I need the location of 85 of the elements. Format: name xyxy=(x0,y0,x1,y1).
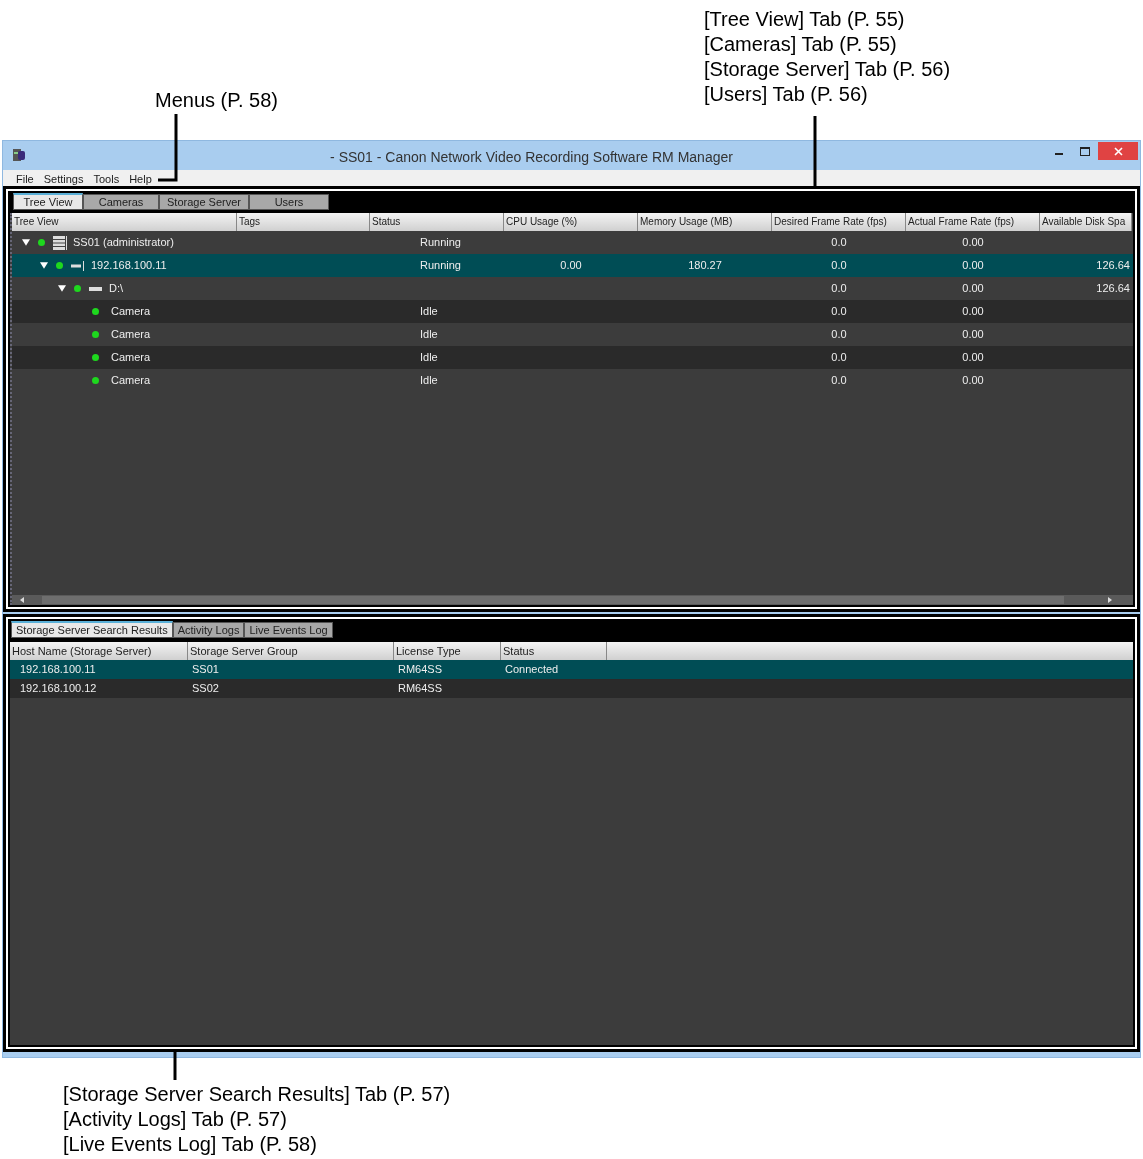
table-cell: SS01 xyxy=(192,663,219,676)
table-cell: 0.00 xyxy=(560,259,582,272)
table-cell: 192.168.100.12 xyxy=(20,682,97,695)
result-row[interactable]: 192.168.100.11 SS01 RM64SS Connected xyxy=(10,660,1133,679)
table-cell: Running xyxy=(420,236,461,249)
column-header[interactable]: Status xyxy=(370,213,504,231)
table-cell: Idle xyxy=(420,305,438,318)
column-header[interactable]: Memory Usage (MB) xyxy=(638,213,772,231)
column-header[interactable]: Desired Frame Rate (fps) xyxy=(772,213,906,231)
tree-item-label: SS01 (administrator) xyxy=(73,235,174,251)
scroll-left-icon[interactable] xyxy=(20,597,24,603)
tree-row[interactable]: 192.168.100.11 Running 0.00 180.27 0.0 0.00 126.64 xyxy=(12,254,1133,277)
callout-text: [Tree View] Tab (P. 55) xyxy=(704,7,906,32)
table-cell: 0.0 xyxy=(831,374,847,387)
table-cell: SS02 xyxy=(192,682,219,695)
column-header[interactable]: Host Name (Storage Server) xyxy=(10,642,188,660)
column-header[interactable]: Tags xyxy=(237,213,370,231)
table-cell: 0.00 xyxy=(962,351,984,364)
table-cell: 0.00 xyxy=(962,305,984,318)
column-header[interactable]: License Type xyxy=(394,642,501,660)
tab[interactable]: Storage Server xyxy=(159,194,249,210)
table-cell: 0.0 xyxy=(831,305,847,318)
tab[interactable]: Cameras xyxy=(83,194,159,210)
leader-line xyxy=(158,114,178,182)
table-cell: Idle xyxy=(420,374,438,387)
column-header[interactable]: Status xyxy=(501,642,607,660)
callout-text: [Users] Tab (P. 56) xyxy=(704,82,869,107)
column-header[interactable]: Storage Server Group xyxy=(188,642,394,660)
tree-item-label: D:\ xyxy=(109,281,124,297)
scroll-right-icon[interactable] xyxy=(1108,597,1112,603)
column-header[interactable]: Tree View xyxy=(12,213,237,231)
table-cell: 192.168.100.11 xyxy=(20,663,96,676)
menu-item[interactable]: Help xyxy=(129,174,152,186)
tab[interactable]: Storage Server Search Results xyxy=(11,621,173,638)
menu-item[interactable]: File xyxy=(16,174,34,186)
network-host-icon xyxy=(71,258,85,273)
callout-text: [Storage Server Search Results] Tab (P. 57) xyxy=(63,1082,451,1107)
app-icon xyxy=(12,148,26,162)
tab[interactable]: Live Events Log xyxy=(244,622,333,638)
tree-item-label: 192.168.100.11 xyxy=(91,258,167,274)
table-cell: RM64SS xyxy=(398,663,443,676)
tab[interactable]: Users xyxy=(249,194,329,210)
tab[interactable]: Activity Logs xyxy=(172,622,245,638)
callout-text: [Live Events Log] Tab (P. 58) xyxy=(63,1132,318,1157)
column-header[interactable]: Actual Frame Rate (fps) xyxy=(906,213,1040,231)
maximize-icon xyxy=(1080,146,1090,156)
column-header[interactable]: Available Disk Spa xyxy=(1040,213,1132,231)
callout-text: [Cameras] Tab (P. 55) xyxy=(704,32,898,57)
table-cell: 126.64 xyxy=(1096,259,1130,272)
tree-row[interactable]: Camera Idle 0.0 0.00 xyxy=(12,300,1133,323)
table-cell: Connected xyxy=(505,663,559,676)
table-cell: 0.0 xyxy=(831,282,847,295)
tree-item-label: Camera xyxy=(111,327,151,343)
table-cell: 0.00 xyxy=(962,259,984,272)
table-cell: 0.00 xyxy=(962,282,984,295)
table-cell: 0.0 xyxy=(831,328,847,341)
server-icon xyxy=(53,235,67,250)
callout-text: [Storage Server] Tab (P. 56) xyxy=(704,57,951,82)
table-cell: 0.0 xyxy=(831,259,847,272)
callout-text: [Activity Logs] Tab (P. 57) xyxy=(63,1107,288,1132)
close-icon xyxy=(1113,146,1123,156)
table-cell: 126.64 xyxy=(1096,282,1130,295)
tree-item-label: Camera xyxy=(111,373,151,389)
table-cell: Idle xyxy=(420,351,438,364)
tree-item-label: Camera xyxy=(111,304,151,320)
callout-text: Menus (P. 58) xyxy=(155,90,279,110)
menu-item[interactable]: Tools xyxy=(93,174,120,186)
tree-row[interactable]: Camera Idle 0.0 0.00 xyxy=(12,346,1133,369)
window-title: - SS01 - Canon Network Video Recording Software RM Manager xyxy=(329,148,734,167)
table-cell: 0.00 xyxy=(962,328,984,341)
tree-item-label: Camera xyxy=(111,350,151,366)
table-cell: Idle xyxy=(420,328,438,341)
table-cell: 0.00 xyxy=(962,374,984,387)
horizontal-scrollbar[interactable] xyxy=(12,595,1133,605)
scrollbar-thumb[interactable] xyxy=(42,596,1064,604)
table-cell: Running xyxy=(420,259,461,272)
tab[interactable]: Tree View xyxy=(13,193,83,210)
result-row[interactable]: 192.168.100.12 SS02 RM64SS xyxy=(10,679,1133,698)
table-cell: 0.0 xyxy=(831,236,847,249)
menu-item[interactable]: Settings xyxy=(43,174,84,186)
table-cell: RM64SS xyxy=(398,682,443,695)
table-cell: 0.0 xyxy=(831,351,847,364)
column-header[interactable]: CPU Usage (%) xyxy=(504,213,638,231)
table-cell: 0.00 xyxy=(962,236,984,249)
table-cell: 180.27 xyxy=(688,259,722,272)
